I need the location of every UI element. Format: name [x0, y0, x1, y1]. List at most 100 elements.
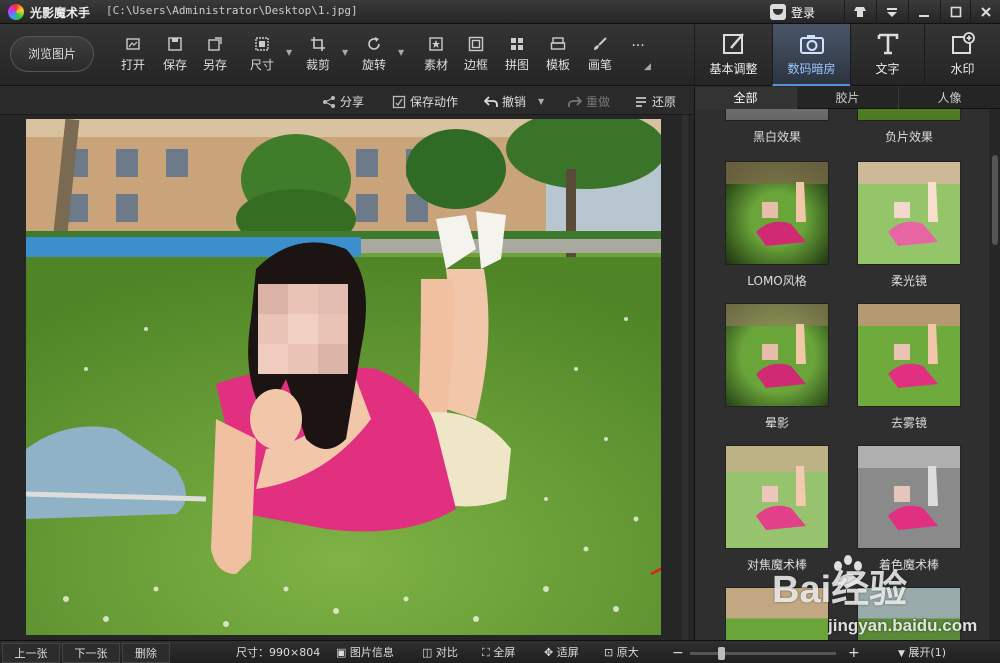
- open-icon: [126, 38, 140, 50]
- main-toolbar: 浏览图片 打开 保存 另存 尺寸 ▼ 裁剪 ▼ 旋转 ▼ 素材 边框 拼图 模板…: [0, 24, 1000, 86]
- fullscreen-label: 全屏: [493, 646, 516, 659]
- resize-button[interactable]: 尺寸: [244, 36, 280, 76]
- open-label: 打开: [120, 58, 145, 72]
- resize-icon: [255, 37, 269, 51]
- effect-dehaze[interactable]: 去雾镜: [857, 303, 961, 431]
- effect-lomo[interactable]: LOMO风格: [725, 161, 829, 289]
- effect-name: 柔光镜: [890, 274, 927, 288]
- collage-button[interactable]: 拼图: [499, 36, 535, 76]
- expand-button[interactable]: ▼ 展开(1): [898, 643, 946, 663]
- save-icon: [168, 37, 182, 51]
- tab-all[interactable]: 全部: [695, 87, 797, 109]
- prev-image-button[interactable]: 上一张: [2, 643, 60, 663]
- skin-button[interactable]: [844, 0, 874, 24]
- app-logo-icon: [8, 4, 24, 20]
- effect-thumbnail: [857, 161, 961, 265]
- save-action-button[interactable]: 保存动作: [392, 93, 458, 110]
- tab-film[interactable]: 胶片: [797, 87, 899, 109]
- effect-bw[interactable]: 黑白效果: [725, 109, 829, 145]
- close-button[interactable]: [970, 0, 1000, 24]
- undo-dropdown-icon[interactable]: ▼: [538, 97, 544, 106]
- restore-button[interactable]: 还原: [634, 93, 676, 110]
- effects-scroll-thumb[interactable]: [992, 155, 998, 245]
- menu-button[interactable]: [876, 0, 906, 24]
- login-label: 登录: [791, 5, 816, 20]
- more-expand-icon[interactable]: ◢: [644, 62, 651, 72]
- zoom-out-button[interactable]: −: [672, 643, 684, 663]
- fit-screen-button[interactable]: ✥ 适屏: [544, 643, 579, 663]
- undo-button[interactable]: 撤销 ▼: [484, 93, 544, 110]
- effect-category-tabs: 全部 胶片 人像: [695, 87, 1000, 109]
- restore-label: 还原: [652, 95, 677, 109]
- mode-watermark[interactable]: 水印: [924, 24, 1000, 86]
- text-icon: [877, 33, 898, 55]
- minimize-button[interactable]: [908, 0, 938, 24]
- watermark-icon: [951, 32, 975, 54]
- effect-negative[interactable]: 负片效果: [857, 109, 961, 145]
- template-button[interactable]: 模板: [540, 36, 576, 76]
- app-window: 光影魔术手 [C:\Users\Administrator\Desktop\1.…: [0, 0, 1000, 663]
- crop-label: 裁剪: [305, 58, 330, 72]
- save-button[interactable]: 保存: [157, 36, 193, 76]
- main-photo[interactable]: [26, 119, 661, 635]
- maximize-icon: [950, 6, 961, 18]
- brush-label: 画笔: [587, 58, 612, 72]
- tab-portrait[interactable]: 人像: [899, 87, 1000, 109]
- image-info-button[interactable]: ▣ 图片信息: [336, 643, 394, 663]
- fullscreen-button[interactable]: ⛶ 全屏: [482, 643, 515, 663]
- collage-label: 拼图: [504, 58, 529, 72]
- share-label: 分享: [340, 95, 365, 109]
- material-button[interactable]: 素材: [418, 36, 454, 76]
- mode-text-label: 文字: [875, 62, 900, 76]
- browse-images-button[interactable]: 浏览图片: [10, 36, 94, 72]
- redo-button[interactable]: 重做: [568, 93, 610, 110]
- template-icon: [550, 37, 566, 50]
- original-size-button[interactable]: ⊡ 原大: [604, 643, 639, 663]
- crop-dropdown-icon[interactable]: ▼: [342, 48, 348, 57]
- image-size-text: 尺寸：990×804: [236, 646, 321, 659]
- maximize-button[interactable]: [940, 0, 970, 24]
- login-button[interactable]: 登录: [770, 2, 815, 22]
- zoom-slider-knob[interactable]: [718, 647, 725, 660]
- compare-button[interactable]: ◫ 对比: [422, 643, 458, 663]
- save-as-button[interactable]: 另存: [197, 36, 233, 76]
- resize-dropdown-icon[interactable]: ▼: [286, 48, 292, 57]
- rotate-icon: [368, 37, 380, 50]
- delete-button[interactable]: 删除: [122, 643, 170, 663]
- action-bar: 分享 保存动作 撤销 ▼ 重做 还原: [0, 87, 694, 115]
- effect-name: 去雾镜: [890, 416, 927, 430]
- original-size-icon: ⊡: [604, 646, 614, 659]
- effect-vignette[interactable]: 晕影: [725, 303, 829, 431]
- save-action-icon: [392, 95, 406, 108]
- effect-thumbnail: [725, 445, 829, 549]
- material-label: 素材: [423, 58, 448, 72]
- collage-icon: [511, 38, 523, 50]
- effect-thumbnail: [857, 445, 961, 549]
- canvas-area[interactable]: [0, 115, 694, 640]
- share-icon: [323, 95, 335, 108]
- zoom-in-button[interactable]: +: [848, 643, 860, 663]
- effect-soft[interactable]: 柔光镜: [857, 161, 961, 289]
- open-button[interactable]: 打开: [115, 36, 151, 76]
- effect-thumbnail: [725, 109, 829, 121]
- crop-button[interactable]: 裁剪: [300, 36, 336, 76]
- baidu-watermark: Bai经验 jingyan.baidu.com: [748, 552, 998, 642]
- restore-icon: [636, 96, 646, 107]
- close-icon: [980, 7, 991, 17]
- image-info-icon: ▣: [336, 646, 347, 659]
- zoom-slider[interactable]: [690, 647, 836, 660]
- basic-adjust-icon: [722, 33, 744, 54]
- brush-icon: [594, 37, 607, 50]
- rotate-button[interactable]: 旋转: [356, 36, 392, 76]
- next-image-button[interactable]: 下一张: [62, 643, 120, 663]
- effect-name: 晕影: [764, 416, 789, 430]
- rotate-dropdown-icon[interactable]: ▼: [398, 48, 404, 57]
- share-button[interactable]: 分享: [322, 93, 364, 110]
- mode-text[interactable]: 文字: [850, 24, 924, 86]
- border-button[interactable]: 边框: [458, 36, 494, 76]
- mode-darkroom[interactable]: 数码暗房: [772, 24, 850, 86]
- mode-basic-adjust[interactable]: 基本调整: [694, 24, 772, 86]
- canvas-scrollbar[interactable]: [682, 115, 688, 640]
- brush-button[interactable]: 画笔: [582, 36, 618, 76]
- save-as-icon: [208, 37, 222, 51]
